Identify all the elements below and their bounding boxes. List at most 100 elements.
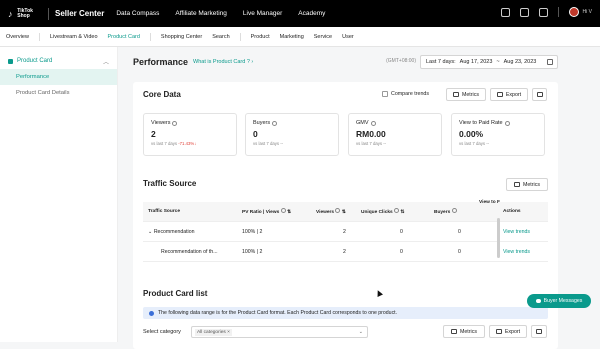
help-link[interactable]: What is Product Card ? › [193,59,253,65]
date-range-label: Last 7 days: [426,59,456,65]
viewers-cell: 2 [343,248,346,255]
help-icon[interactable] [504,120,510,126]
table-scrollbar[interactable] [497,218,500,258]
view-trends-link[interactable]: View trends [503,249,530,255]
product-card-icon [8,58,13,64]
metrics-icon [450,329,457,334]
down-arrow-icon: ↓ [194,141,197,146]
metric-label: GMV [356,120,369,126]
help-icon[interactable] [451,208,457,213]
sidebar-group-product-card[interactable]: Product Card ︿ [0,53,117,69]
tab-overview[interactable]: Overview [6,34,29,40]
tab-user[interactable]: User [342,34,354,40]
tab-product-card[interactable]: Product Card [108,34,140,40]
sort-icon[interactable]: ⇅ [287,210,291,215]
column-header: Unique Clicks [361,210,393,215]
metric-card-buyers[interactable]: Buyers 0 vs last 7 days -- [245,113,339,156]
nav-live-manager[interactable]: Live Manager [243,10,282,17]
export-icon [495,329,502,334]
help-icon[interactable] [172,120,178,126]
metrics-button[interactable]: Metrics [446,88,486,101]
metric-name: Buyers [253,120,331,126]
tab-service[interactable]: Service [314,34,332,40]
column-header-sortable[interactable]: PV Ratio | Views ⇅ [242,208,291,215]
user-label[interactable]: Hi V [583,9,592,15]
metric-comparison: vs last 7 days -- [253,141,331,146]
buyers-cell: 0 [458,248,461,255]
column-header: PV Ratio | Views [242,210,280,215]
date-range-picker[interactable]: Last 7 days: Aug 17, 2023 ~ Aug 23, 2023 [420,55,558,69]
tiktok-icon: ♪ [8,8,13,19]
sort-icon[interactable]: ⇅ [342,210,346,215]
expand-row[interactable]: ⌄ Recommendation [148,229,194,235]
info-banner: The following data range is for the Prod… [143,307,548,319]
sidebar-item-product-card-details[interactable]: Product Card Details [0,85,117,101]
info-icon [149,310,154,316]
tab-product[interactable]: Product [251,34,270,40]
help-icon[interactable] [272,120,278,126]
metric-card-view-to-paid-rate[interactable]: View to Paid Rate 0.00% vs last 7 days -… [451,113,545,156]
list-icon [536,329,542,334]
bell-icon[interactable] [538,7,548,17]
view-trends-link[interactable]: View trends [503,229,530,235]
sub-nav: Overview Livestream & Video Product Card… [0,27,600,47]
page-title: Performance [133,57,189,67]
divider [38,32,40,41]
top-icons: Hi V [500,7,592,17]
chevron-down-icon[interactable]: ⌄ [359,329,363,335]
tiktok-shop-logo[interactable]: ♪ TikTok Shop [8,8,44,19]
sidebar-group-label: Product Card [17,58,53,64]
app-title: Seller Center [55,9,105,18]
chevron-up-icon[interactable]: ︿ [103,57,109,66]
metric-card-viewers[interactable]: Viewers 2 vs last 7 days -71.43%↓ [143,113,237,156]
compare-trends-label: Compare trends [391,91,429,97]
divider [48,7,49,20]
tab-search[interactable]: Search [212,34,229,40]
buyer-messages-button[interactable]: Buyer Messages [527,294,591,308]
list-more-button[interactable] [531,325,547,338]
tab-livestream-video[interactable]: Livestream & Video [50,34,98,40]
table-header-row: Traffic Source PV Ratio | Views ⇅ Viewer… [143,200,548,222]
pv-cell: 100% | 2 [242,248,263,255]
metric-label: Viewers [151,120,171,126]
avatar[interactable] [568,7,579,17]
help-icon[interactable] [370,120,376,126]
metric-comparison-label: vs last 7 days [151,141,178,146]
mobile-icon[interactable] [500,7,510,17]
calendar-icon[interactable] [547,59,553,65]
export-button[interactable]: Export [490,88,528,101]
help-icon[interactable] [335,208,341,213]
metrics-icon [513,182,520,187]
chevron-down-icon[interactable]: ⌄ [148,229,152,235]
compare-trends[interactable]: Compare trends [382,91,429,97]
list-metrics-button[interactable]: Metrics [443,325,485,338]
sort-icon[interactable]: ⇅ [400,210,404,215]
category-tag[interactable]: All categories × [195,328,232,336]
tab-shopping-center[interactable]: Shopping Center [161,34,202,40]
column-header: Traffic Source [148,209,180,214]
help-icon[interactable] [280,208,286,213]
compare-trends-checkbox[interactable] [382,91,388,97]
list-export-button[interactable]: Export [489,325,527,338]
tab-marketing[interactable]: Marketing [280,34,304,40]
metric-card-gmv[interactable]: GMV RM0.00 vs last 7 days -- [348,113,442,156]
top-nav: Data Compass Affiliate Marketing Live Ma… [116,10,325,17]
more-button[interactable] [532,88,547,101]
main-content: Performance What is Product Card ? › (GM… [133,47,558,349]
core-data-card: Core Data Compare trends Metrics Export … [133,82,558,174]
metrics-icon [452,92,459,97]
help-link-text[interactable]: What is Product Card ? [193,59,250,65]
traffic-metrics-button[interactable]: Metrics [506,178,548,191]
category-select[interactable]: All categories × ⌄ [191,326,368,338]
nav-academy[interactable]: Academy [298,10,325,17]
sidebar-item-performance[interactable]: Performance [0,69,117,85]
start-date[interactable]: Aug 17, 2023 [460,59,493,65]
traffic-source-title: Traffic Source [143,179,197,188]
top-bar: ♪ TikTok Shop Seller Center Data Compass… [0,0,600,27]
end-date[interactable]: Aug 23, 2023 [504,59,537,65]
nav-affiliate-marketing[interactable]: Affiliate Marketing [175,10,227,17]
headset-icon[interactable] [519,7,529,17]
nav-data-compass[interactable]: Data Compass [116,10,159,17]
metric-value: RM0.00 [356,129,386,139]
help-icon[interactable] [394,208,400,213]
